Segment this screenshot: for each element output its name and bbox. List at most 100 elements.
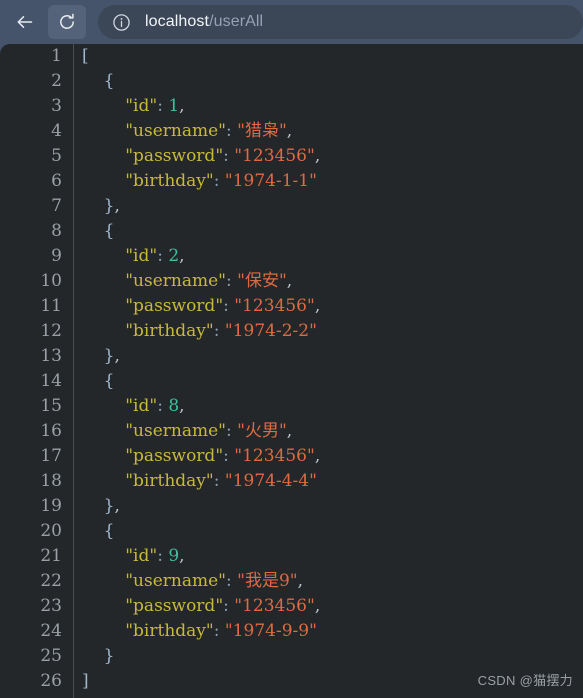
code-line: "birthday": "1974-4-4" [82,469,583,494]
code-token-colon: : [226,271,238,291]
code-token-brace: } [103,196,115,216]
url-path: /userAll [209,13,264,30]
back-button[interactable] [6,5,44,39]
code-token-brace: { [103,371,115,391]
line-number: 22 [40,571,62,591]
code-line: "username": "保安", [82,269,583,294]
line-number: 19 [40,496,62,516]
code-token-key: "password" [125,296,224,316]
code-token-num: 9 [168,546,180,566]
code-token-punct: , [297,571,304,591]
code-token-key: "id" [125,396,158,416]
line-number: 10 [40,271,62,291]
code-token-colon: : [213,471,225,491]
code-token-punct: , [286,421,293,441]
code-line: "id": 2, [82,244,583,269]
code-token-punct [82,571,125,591]
code-token-num: 1 [168,96,180,116]
code-token-key: "birthday" [125,471,214,491]
code-line: "password": "123456", [82,294,583,319]
code-token-colon: : [157,246,169,266]
reload-icon [57,12,77,32]
json-viewer[interactable]: 1 2 3 4 5 6 7 8 9 10 11 12 13 14 15 16 17 18 19 20 21 22 23 24 2… [0,44,583,698]
code-token-key: "id" [125,546,158,566]
code-token-punct: , [114,196,120,216]
code-token-punct: , [114,346,120,366]
page-content: 1 2 3 4 5 6 7 8 9 10 11 12 13 14 15 16 17 18 19 20 21 22 23 24 2… [0,44,583,698]
line-number: 12 [40,321,62,341]
code-token-str: "火男" [237,421,287,441]
code-token-colon: : [223,446,235,466]
code-line: "id": 9, [82,544,583,569]
arrow-left-icon [14,11,36,33]
code-token-punct [82,171,125,191]
code-token-brace: { [103,71,115,91]
code-token-str: "123456" [234,146,315,166]
info-circle-icon[interactable] [112,13,131,32]
code-token-str: "123456" [234,446,315,466]
code-line: { [82,69,583,94]
code-token-punct [82,371,104,391]
code-token-punct [82,521,104,541]
address-bar[interactable]: localhost/userAll [98,5,583,39]
code-token-punct: , [314,596,321,616]
line-number: 21 [40,546,62,566]
line-number: 18 [40,471,62,491]
code-line: "id": 1, [82,94,583,119]
code-token-brace: [ [82,46,89,66]
code-token-key: "username" [125,121,226,141]
code-token-str: "我是9" [237,571,298,591]
line-number: 3 [51,96,62,116]
line-number: 14 [40,371,62,391]
code-token-colon: : [157,96,169,116]
code-token-punct: , [286,271,293,291]
code-token-punct [82,596,125,616]
code-token-punct [82,271,125,291]
code-token-num: 2 [168,246,180,266]
code-token-punct: , [179,96,185,116]
reload-button[interactable] [48,5,86,39]
code-token-str: "123456" [234,296,315,316]
code-token-punct [82,346,104,366]
code-line: "birthday": "1974-1-1" [82,169,583,194]
code-line: { [82,369,583,394]
code-token-key: "birthday" [125,321,214,341]
code-token-key: "password" [125,146,224,166]
code-line: } [82,644,583,669]
line-number: 1 [51,46,62,66]
code-token-colon: : [223,596,235,616]
code-token-punct [82,471,125,491]
code-token-key: "username" [125,271,226,291]
code-line: }, [82,194,583,219]
url-display: localhost/userAll [145,13,263,31]
code-token-str: "1974-2-2" [224,321,317,341]
code-token-colon: : [157,546,169,566]
line-number: 17 [40,446,62,466]
code-line: "password": "123456", [82,444,583,469]
code-token-punct: , [179,546,185,566]
line-number: 15 [40,396,62,416]
code-token-punct [82,96,125,116]
code-token-key: "birthday" [125,171,214,191]
json-code-area[interactable]: [ { "id": 1, "username": "猎枭", "password… [75,44,583,698]
code-token-punct: , [314,146,321,166]
line-number: 8 [51,221,62,241]
code-token-brace: ] [82,671,89,691]
line-number: 5 [51,146,62,166]
code-token-brace: { [103,221,115,241]
code-line: "username": "猎枭", [82,119,583,144]
code-token-str: "123456" [234,596,315,616]
code-token-colon: : [226,571,238,591]
code-token-brace: } [103,646,115,666]
code-token-str: "1974-9-9" [224,621,317,641]
code-token-str: "1974-4-4" [224,471,317,491]
code-line: [ [82,44,583,69]
code-line: "birthday": "1974-2-2" [82,319,583,344]
code-token-str: "保安" [237,271,287,291]
code-token-str: "1974-1-1" [224,171,317,191]
watermark: CSDN @猫摆力 [477,673,573,688]
code-token-punct: , [179,396,185,416]
code-line: "username": "我是9", [82,569,583,594]
code-token-brace: } [103,496,115,516]
line-number: 23 [40,596,62,616]
